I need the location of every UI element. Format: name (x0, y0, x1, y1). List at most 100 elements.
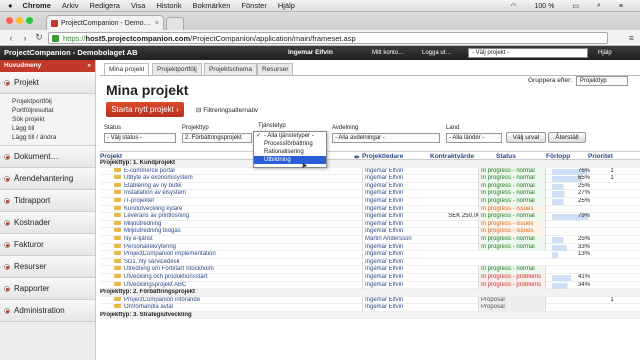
menu-redigera[interactable]: Redigera (90, 1, 120, 10)
project-name-text[interactable]: IT-projektet (124, 198, 154, 204)
project-name[interactable]: Utvecklingsprojekt ABC (114, 281, 344, 290)
sublink-sok-projekt[interactable]: Sök projekt (0, 115, 95, 124)
project-name-text[interactable]: Utredning om Förbifart Stockholm (124, 266, 214, 272)
apple-icon[interactable]: ● (8, 1, 13, 10)
project-name-text[interactable]: Installation av elsystem (124, 190, 186, 196)
menu-visa[interactable]: Visa (131, 1, 145, 10)
sidebar-item-resurser[interactable]: Resurser (0, 256, 95, 278)
project-name[interactable]: Ny e-tjänst (114, 235, 344, 244)
projekttyp-filter-select[interactable]: 2. Förbättringsprojekt (182, 133, 252, 143)
table-row[interactable]: ProjectCompanion införande Ingemar Elfvin… (100, 296, 640, 305)
apply-filter-button[interactable]: Välj urval (506, 132, 546, 143)
help-link[interactable]: Hjälp (598, 46, 612, 60)
table-row[interactable]: Utvecklingsprojekt ABC Ingemar Elfvin In p… (100, 281, 640, 290)
table-row[interactable]: SD1. Ny servicedesk Ingemar Elfvin (100, 258, 640, 267)
sublink-lagg-till-andra[interactable]: Lägg till / ändra (0, 133, 95, 142)
project-name-text[interactable]: Personalrekrytering (124, 244, 176, 250)
sidebar-item-arendehantering[interactable]: Ärendehantering (0, 168, 95, 190)
table-row[interactable]: Miljöutredning biogas Ingemar Elfvin In pr… (100, 228, 640, 236)
col-forlopp[interactable]: Förlopp (546, 153, 570, 160)
project-name-text[interactable]: Utbyte av ekonomisystem (124, 175, 193, 181)
group-row[interactable]: Projekttyp: 3. Strategiutveckling (100, 311, 640, 320)
browser-tab[interactable]: ProjectCompanion - Demo… × (46, 15, 164, 30)
project-name[interactable]: Omförhandla avtal (114, 304, 344, 312)
project-name-text[interactable]: Utvecklingsprojekt ABC (124, 282, 186, 288)
tab-projektportfolj[interactable]: Projektportfölj (152, 63, 202, 75)
project-name-text[interactable]: E-commerce portal (124, 168, 175, 174)
sidebar-item-tidrapport[interactable]: Tidrapport (0, 190, 95, 212)
col-status[interactable]: Status (496, 153, 516, 160)
group-row[interactable]: Projekttyp: 2. Förbättringsprojekt (100, 289, 640, 297)
project-name-text[interactable]: Ny e-tjänst (124, 236, 153, 242)
project-name-text[interactable]: Miljöutredning (124, 221, 161, 227)
land-filter-select[interactable]: - Alla länder - (446, 133, 502, 143)
zoom-window-button[interactable] (26, 17, 33, 24)
table-row[interactable]: Utveckling och produktionsstart Ingemar E… (100, 273, 640, 282)
project-name[interactable]: Installation av elsystem (114, 190, 344, 198)
table-row[interactable]: Miljöutredning Ingemar Elfvin In progress … (100, 220, 640, 229)
chrome-menu-icon[interactable]: ≡ (629, 33, 634, 43)
col-prioritet[interactable]: Prioritet (588, 153, 613, 160)
dropdown-option[interactable]: Processförbättring (254, 140, 326, 148)
table-row[interactable]: Kundutveckling kylare Ingemar Elfvin In pr… (100, 205, 640, 214)
project-name[interactable]: Utbyte av ekonomisystem (114, 175, 344, 183)
table-row[interactable]: Etablering av ny butik Ingemar Elfvin In p… (100, 182, 640, 191)
col-kontraktvarde[interactable]: Kontraktvärde (430, 153, 474, 160)
project-name-text[interactable]: Kundutveckling kylare (124, 206, 182, 212)
project-name[interactable]: Etablering av ny butik (114, 182, 344, 191)
project-name[interactable]: ProjectCompanion implementation (114, 251, 344, 259)
project-name[interactable]: Kundutveckling kylare (114, 205, 344, 214)
menu-historik[interactable]: Historik (156, 1, 181, 10)
project-name-text[interactable]: Utveckling och produktionsstart (124, 274, 207, 280)
menu-fonster[interactable]: Fönster (241, 1, 266, 10)
project-name[interactable]: Miljöutredning biogas (114, 228, 344, 236)
project-select[interactable]: - Välj projekt - (468, 48, 588, 58)
col-projekt[interactable]: Projekt (100, 153, 122, 160)
collapse-icon[interactable]: « (87, 60, 91, 72)
sublink-portfoljresultat[interactable]: Portföljresultat (0, 106, 95, 115)
sublink-projektportfolj[interactable]: Projektportfölj (0, 97, 95, 106)
battery-status[interactable]: 100 % (535, 3, 555, 10)
table-row[interactable]: Utredning om Förbifart Stockholm Ingemar … (100, 266, 640, 274)
table-row[interactable]: Omförhandla avtal Ingemar Elfvin Proposal (100, 304, 640, 312)
search-icon[interactable]: ⌕ (597, 2, 601, 10)
list-icon[interactable]: ≡ (619, 3, 623, 10)
project-name[interactable]: Leverans av printlösning (114, 213, 344, 221)
menu-app[interactable]: Chrome (23, 1, 51, 10)
sidebar-item-administration[interactable]: Administration (0, 300, 95, 322)
forward-icon[interactable]: › (18, 33, 32, 43)
project-name[interactable]: E-commerce portal (114, 167, 344, 176)
project-name-text[interactable]: Miljöutredning biogas (124, 228, 181, 234)
status-filter-select[interactable]: - Välj status - (104, 133, 176, 143)
project-name[interactable]: Utredning om Förbifart Stockholm (114, 266, 344, 274)
menu-hjalp[interactable]: Hjälp (278, 1, 295, 10)
project-name[interactable]: ProjectCompanion införande (114, 296, 344, 305)
sublink-lagg-till[interactable]: Lägg till (0, 124, 95, 133)
project-name-text[interactable]: SD1. Ny servicedesk (124, 259, 180, 265)
close-tab-icon[interactable]: × (155, 20, 159, 27)
sidebar-item-kostnader[interactable]: Kostnader (0, 212, 95, 234)
my-account-link[interactable]: Mitt konto… (372, 46, 404, 60)
group-row[interactable]: Projekttyp: 1. Kundprojekt (100, 160, 640, 168)
tab-resurser[interactable]: Resurser (257, 63, 294, 75)
table-row[interactable]: IT-projektet Ingemar Elfvin In progress - … (100, 197, 640, 206)
tjanstetyp-dropdown[interactable]: - Alla tjänstetyper - Processförbättring… (253, 131, 327, 168)
table-row[interactable]: E-commerce portal Ingemar Elfvin In progre… (100, 167, 640, 176)
project-name-text[interactable]: Omförhandla avtal (124, 304, 173, 310)
logout-link[interactable]: Logga ut… (422, 46, 451, 60)
project-name-text[interactable]: ProjectCompanion implementation (124, 251, 216, 257)
menu-arkiv[interactable]: Arkiv (62, 1, 79, 10)
project-name[interactable]: Miljöutredning (114, 220, 344, 229)
table-row[interactable]: Personalrekrytering Ingemar Elfvin In prog… (100, 243, 640, 252)
sidebar-item-dokument[interactable]: Dokument… (0, 146, 95, 168)
dropdown-option[interactable]: Rationalisering (254, 148, 326, 156)
avdelning-filter-select[interactable]: - Alla avdelningar - (332, 133, 440, 143)
url-field[interactable]: https://host5.projectcompanion.com/Proje… (48, 32, 608, 44)
sidebar-item-fakturor[interactable]: Fakturor (0, 234, 95, 256)
table-row[interactable]: Leverans av printlösning Ingemar Elfvin SE… (100, 213, 640, 221)
project-name-text[interactable]: ProjectCompanion införande (124, 297, 200, 303)
dropdown-option[interactable]: - Alla tjänstetyper - (254, 132, 326, 140)
project-name[interactable]: Personalrekrytering (114, 243, 344, 252)
wifi-icon[interactable]: ◠ (510, 2, 516, 10)
new-project-button[interactable]: Starta nytt projekt › (106, 102, 184, 117)
